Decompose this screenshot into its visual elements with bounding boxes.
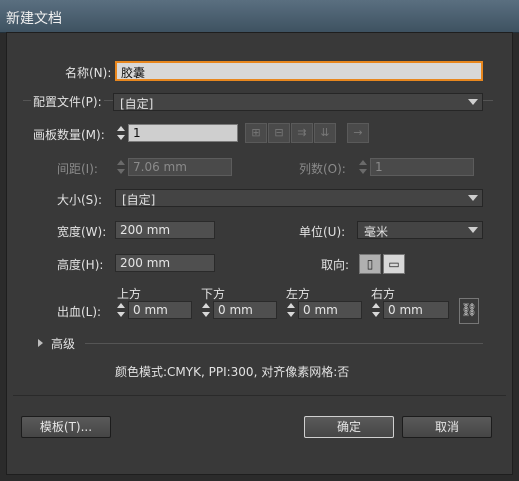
width-input[interactable]: 200 mm bbox=[115, 221, 215, 239]
bottom-divider bbox=[13, 395, 506, 396]
size-value: [自定] bbox=[122, 193, 156, 207]
width-label: 宽度(W): bbox=[57, 225, 107, 239]
bleed-right-label: 右方 bbox=[371, 287, 396, 301]
columns-stepper[interactable] bbox=[357, 158, 369, 176]
landscape-icon[interactable]: ▭ bbox=[383, 254, 405, 274]
right-to-left-icon[interactable]: → bbox=[347, 123, 369, 143]
bleed-bottom-stepper[interactable] bbox=[200, 301, 212, 319]
bleed-right-input[interactable]: 0 mm bbox=[383, 301, 449, 319]
bleed-bottom-label: 下方 bbox=[201, 287, 226, 301]
bleed-label: 出血(L): bbox=[57, 305, 102, 319]
name-field[interactable]: 胶囊 bbox=[115, 61, 483, 81]
portrait-icon[interactable]: ▯ bbox=[359, 254, 381, 274]
columns-label: 列数(O): bbox=[299, 162, 346, 176]
ok-button[interactable]: 确定 bbox=[304, 416, 394, 438]
units-value: 毫米 bbox=[364, 225, 389, 239]
advanced-label[interactable]: 高级 bbox=[51, 335, 75, 352]
profile-value: [自定] bbox=[120, 97, 154, 111]
cancel-button[interactable]: 取消 bbox=[402, 416, 492, 438]
orientation-label: 取向: bbox=[321, 258, 350, 272]
bleed-bottom-input[interactable]: 0 mm bbox=[213, 301, 277, 319]
advanced-divider bbox=[85, 343, 483, 344]
spacing-label: 间距(I): bbox=[57, 162, 98, 176]
color-mode-info: 颜色模式:CMYK, PPI:300, 对齐像素网格:否 bbox=[115, 365, 350, 379]
columns-input[interactable]: 1 bbox=[370, 158, 474, 176]
arrange-by-column-icon[interactable]: ⇊ bbox=[314, 123, 336, 143]
grid-by-row-icon[interactable]: ⊞ bbox=[245, 123, 267, 143]
artboards-input[interactable]: 1 bbox=[128, 124, 238, 142]
size-label: 大小(S): bbox=[57, 193, 103, 207]
chevron-down-icon bbox=[468, 227, 478, 233]
name-label: 名称(N): bbox=[65, 66, 112, 80]
bleed-right-stepper[interactable] bbox=[370, 301, 382, 319]
expand-triangle-icon[interactable] bbox=[38, 339, 43, 347]
artboards-stepper[interactable] bbox=[115, 124, 127, 142]
window-title: 新建文档 bbox=[6, 11, 62, 27]
chevron-down-icon bbox=[468, 99, 478, 105]
grid-by-column-icon[interactable]: ⊟ bbox=[268, 123, 290, 143]
units-select[interactable]: 毫米 bbox=[357, 221, 483, 239]
bleed-top-label: 上方 bbox=[117, 287, 142, 301]
bleed-left-input[interactable]: 0 mm bbox=[298, 301, 362, 319]
spacing-input[interactable]: 7.06 mm bbox=[128, 158, 232, 176]
dialog-body: 名称(N): 胶囊 配置文件(P): [自定] 画板数量(M): 1 ⊞ ⊟ ⇉… bbox=[6, 32, 513, 475]
spacing-stepper[interactable] bbox=[115, 158, 127, 176]
bleed-left-label: 左方 bbox=[286, 287, 311, 301]
profile-label: 配置文件(P): bbox=[31, 93, 104, 110]
link-icon[interactable]: ⛓ bbox=[459, 298, 479, 324]
arrange-by-row-icon[interactable]: ⇉ bbox=[291, 123, 313, 143]
bleed-top-stepper[interactable] bbox=[115, 301, 127, 319]
title-bar[interactable]: 新建文档 bbox=[0, 0, 519, 33]
chevron-down-icon bbox=[468, 195, 478, 201]
units-label: 单位(U): bbox=[299, 225, 346, 239]
height-label: 高度(H): bbox=[57, 258, 104, 272]
height-input[interactable]: 200 mm bbox=[115, 254, 215, 272]
bleed-left-stepper[interactable] bbox=[285, 301, 297, 319]
templates-button[interactable]: 模板(T)... bbox=[21, 416, 111, 438]
bleed-top-input[interactable]: 0 mm bbox=[128, 301, 192, 319]
artboards-label: 画板数量(M): bbox=[33, 128, 105, 142]
profile-select[interactable]: [自定] bbox=[113, 93, 483, 111]
size-select[interactable]: [自定] bbox=[115, 189, 483, 207]
